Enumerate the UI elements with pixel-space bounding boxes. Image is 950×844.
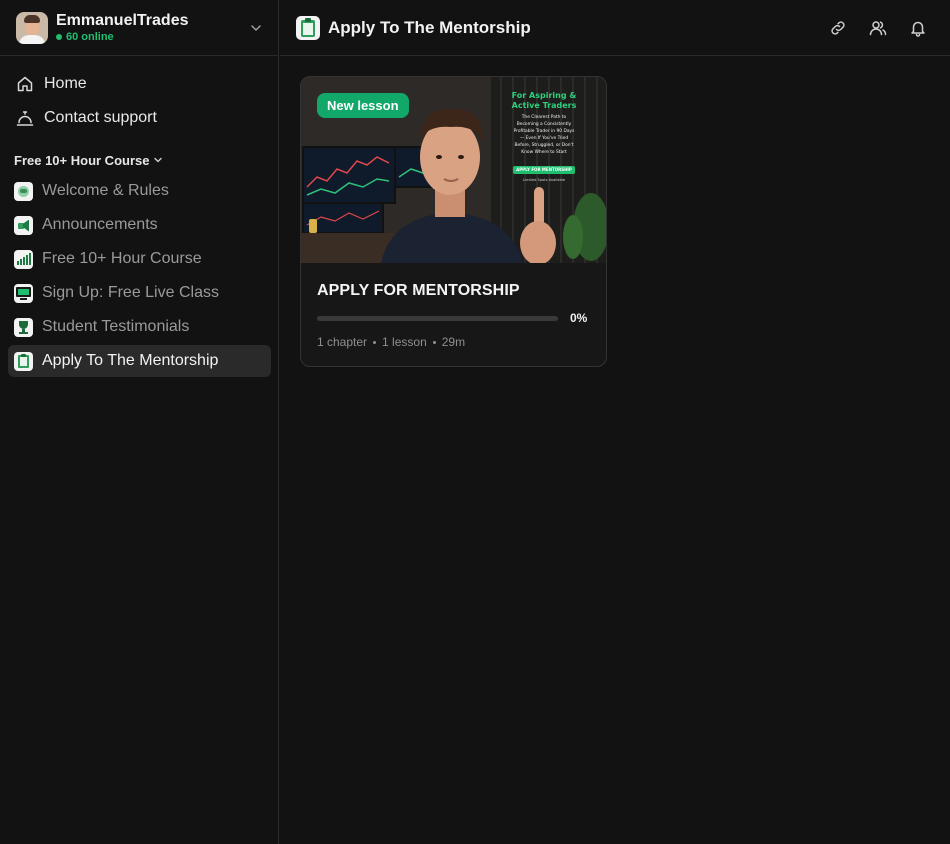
channel-label: Free 10+ Hour Course xyxy=(42,250,202,267)
channel-free-course[interactable]: Free 10+ Hour Course xyxy=(8,243,271,275)
separator-dot-icon xyxy=(432,340,436,344)
channel-apply-mentorship[interactable]: Apply To The Mentorship xyxy=(8,345,271,377)
chapter-count: 1 chapter xyxy=(317,335,368,349)
nav-contact-support[interactable]: Contact support xyxy=(8,102,271,134)
thumbnail-body: Becoming a Consistently xyxy=(516,122,572,127)
channel-welcome-rules[interactable]: Welcome & Rules xyxy=(8,175,271,207)
channel-announcements[interactable]: Announcements xyxy=(8,209,271,241)
new-lesson-badge: New lesson xyxy=(317,93,409,118)
thumbnail-body: Know Where to Start xyxy=(521,150,567,155)
course-title: APPLY FOR MENTORSHIP xyxy=(317,282,520,299)
section-header[interactable]: Free 10+ Hour Course xyxy=(14,151,163,169)
thumbnail-body: Before, Struggled, or Don't xyxy=(514,143,574,148)
bell-concierge-icon xyxy=(16,111,34,126)
page-title: Apply To The Mentorship xyxy=(328,17,531,37)
online-dot-icon xyxy=(56,34,62,40)
course-meta: 1 chapter 1 lesson 29m xyxy=(317,335,465,349)
channel-label: Sign Up: Free Live Class xyxy=(42,284,219,301)
lesson-count: 1 lesson xyxy=(382,335,427,349)
link-icon[interactable] xyxy=(829,19,847,37)
clipboard-icon xyxy=(14,351,33,371)
sidebar: EmmanuelTrades 60 online Home Contact su… xyxy=(0,0,279,844)
channel-header: Apply To The Mentorship xyxy=(280,0,950,56)
trophy-icon xyxy=(14,317,33,337)
home-icon xyxy=(17,76,33,92)
thumbnail-cta: APPLY FOR MENTORSHIP xyxy=(513,166,575,174)
section-header-label: Free 10+ Hour Course xyxy=(14,152,150,168)
thumbnail-headline: Active Traders xyxy=(511,101,577,110)
nav-home[interactable]: Home xyxy=(8,68,271,100)
course-duration: 29m xyxy=(441,335,466,349)
course-card[interactable]: New lesson For Aspiring & Active Traders… xyxy=(300,76,607,367)
channel-label: Student Testimonials xyxy=(42,318,190,335)
nav-home-label: Home xyxy=(44,75,87,92)
handshake-icon xyxy=(14,181,33,201)
thumbnail-headline: For Aspiring & xyxy=(511,91,577,100)
online-count: 60 online xyxy=(56,30,189,44)
channel-student-testimonials[interactable]: Student Testimonials xyxy=(8,311,271,343)
community-switcher[interactable]: EmmanuelTrades 60 online xyxy=(0,0,279,56)
community-avatar xyxy=(16,11,48,44)
nav-contact-support-label: Contact support xyxy=(44,109,157,126)
channel-sign-up-live-class[interactable]: Sign Up: Free Live Class xyxy=(8,277,271,309)
users-icon[interactable] xyxy=(869,19,887,37)
course-thumbnail: New lesson For Aspiring & Active Traders… xyxy=(301,77,606,263)
chart-bars-icon xyxy=(14,249,33,269)
thumbnail-body: — Even If You've Tried xyxy=(519,136,569,141)
monitor-icon xyxy=(14,283,33,303)
megaphone-icon xyxy=(14,215,33,235)
thumbnail-promo-text: For Aspiring & Active Traders The Cleare… xyxy=(499,91,589,183)
thumbnail-body: Profitable Trader in 90 Days xyxy=(513,129,575,134)
thumbnail-footnote: Limited Spots Available xyxy=(523,178,565,182)
thumbnail-body: The Clearest Path to xyxy=(521,115,567,120)
chevron-down-icon xyxy=(154,157,163,163)
channel-label: Welcome & Rules xyxy=(42,182,169,199)
bell-icon[interactable] xyxy=(909,19,927,37)
channel-label: Apply To The Mentorship xyxy=(42,352,219,369)
progress-percent: 0% xyxy=(570,311,588,325)
separator-dot-icon xyxy=(373,340,377,344)
clipboard-icon xyxy=(296,15,320,40)
community-name: EmmanuelTrades xyxy=(56,12,189,29)
community-info: EmmanuelTrades 60 online xyxy=(56,11,189,44)
progress-bar xyxy=(317,316,558,321)
chevron-down-icon[interactable] xyxy=(249,21,263,35)
channel-label: Announcements xyxy=(42,216,158,233)
